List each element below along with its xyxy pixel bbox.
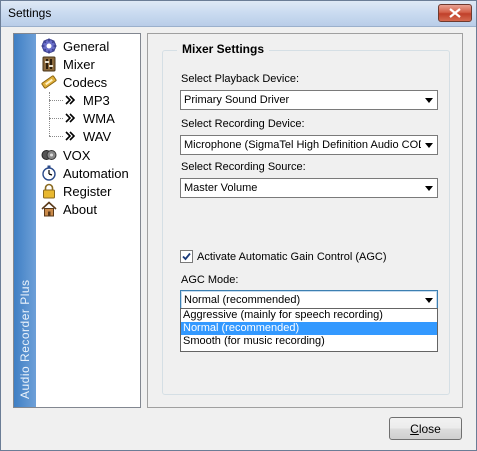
nav-item-general[interactable]: General (41, 37, 109, 55)
brand-strip: Audio Recorder Plus (14, 34, 36, 407)
chevron-down-icon (421, 291, 437, 309)
nav-item-about[interactable]: About (41, 200, 97, 218)
nav-label: Codecs (63, 74, 108, 90)
close-button[interactable]: Close (389, 417, 462, 440)
window-close-button[interactable] (438, 4, 472, 22)
gear-icon (41, 38, 57, 54)
tree-line (49, 100, 63, 101)
arrow-icon (65, 95, 75, 105)
recording-source-value: Master Volume (184, 182, 258, 194)
agc-option-normal[interactable]: Normal (recommended) (181, 322, 437, 335)
window-title: Settings (8, 6, 52, 20)
chevron-down-icon (421, 179, 437, 197)
title-bar: Settings (1, 1, 476, 27)
settings-nav: Audio Recorder Plus General Mixer Codecs… (13, 33, 141, 408)
recording-device-label: Select Recording Device: (181, 118, 305, 130)
agc-checkbox[interactable] (180, 250, 193, 263)
playback-device-select[interactable]: Primary Sound Driver (180, 90, 438, 110)
vox-icon (41, 150, 57, 160)
close-accelerator: C (410, 421, 419, 436)
home-icon (41, 201, 57, 217)
nav-item-codecs[interactable]: Codecs (41, 73, 107, 91)
lock-icon (43, 183, 55, 199)
agc-checkbox-row[interactable]: Activate Automatic Gain Control (AGC) (180, 250, 387, 263)
agc-mode-label: AGC Mode: (181, 274, 239, 286)
nav-item-mixer[interactable]: Mixer (41, 55, 95, 73)
playback-device-value: Primary Sound Driver (184, 94, 290, 106)
agc-mode-value: Normal (recommended) (184, 294, 301, 306)
nav-label: Automation (63, 165, 129, 181)
chevron-down-icon (421, 136, 437, 154)
mixer-icon (42, 56, 56, 72)
nav-label: Register (63, 183, 112, 199)
codecs-icon (41, 75, 57, 89)
nav-item-wma[interactable]: WMA (65, 109, 115, 127)
chevron-down-icon (421, 91, 437, 109)
nav-label: WAV (83, 128, 112, 144)
arrow-icon (65, 131, 75, 141)
tree-line (49, 118, 63, 119)
nav-label: MP3 (83, 92, 110, 108)
close-label: lose (418, 421, 441, 436)
brand-label: Audio Recorder Plus (18, 279, 32, 399)
recording-source-select[interactable]: Master Volume (180, 178, 438, 198)
nav-label: General (63, 38, 110, 54)
nav-label: Mixer (63, 56, 95, 72)
agc-mode-options: Aggressive (mainly for speech recording)… (180, 308, 438, 352)
tree-line (49, 92, 50, 136)
nav-item-mp3[interactable]: MP3 (65, 91, 110, 109)
nav-item-vox[interactable]: VOX (41, 146, 90, 164)
group-title: Mixer Settings (177, 42, 270, 56)
tree-line (49, 136, 63, 137)
agc-option-smooth[interactable]: Smooth (for music recording) (181, 335, 437, 348)
recording-device-select[interactable]: Microphone (SigmaTel High Definition Aud… (180, 135, 438, 155)
nav-item-register[interactable]: Register (41, 182, 111, 200)
recording-source-label: Select Recording Source: (181, 161, 306, 173)
nav-item-wav[interactable]: WAV (65, 127, 111, 145)
settings-panel: Mixer Settings Select Playback Device: P… (147, 33, 463, 408)
agc-mode-select[interactable]: Normal (recommended) (180, 290, 438, 310)
agc-option-aggressive[interactable]: Aggressive (mainly for speech recording) (181, 309, 437, 322)
playback-device-label: Select Playback Device: (181, 73, 299, 85)
nav-item-automation[interactable]: Automation (41, 164, 129, 182)
recording-device-value: Microphone (SigmaTel High Definition Aud… (184, 139, 421, 151)
nav-label: About (63, 201, 97, 217)
nav-label: WMA (83, 110, 115, 126)
stopwatch-icon (42, 165, 56, 181)
checkmark-icon (182, 252, 191, 261)
agc-checkbox-label: Activate Automatic Gain Control (AGC) (197, 250, 387, 263)
settings-window: Settings Audio Recorder Plus General Mix… (0, 0, 477, 451)
nav-label: VOX (63, 147, 91, 163)
close-icon (449, 8, 461, 18)
arrow-icon (65, 113, 75, 123)
